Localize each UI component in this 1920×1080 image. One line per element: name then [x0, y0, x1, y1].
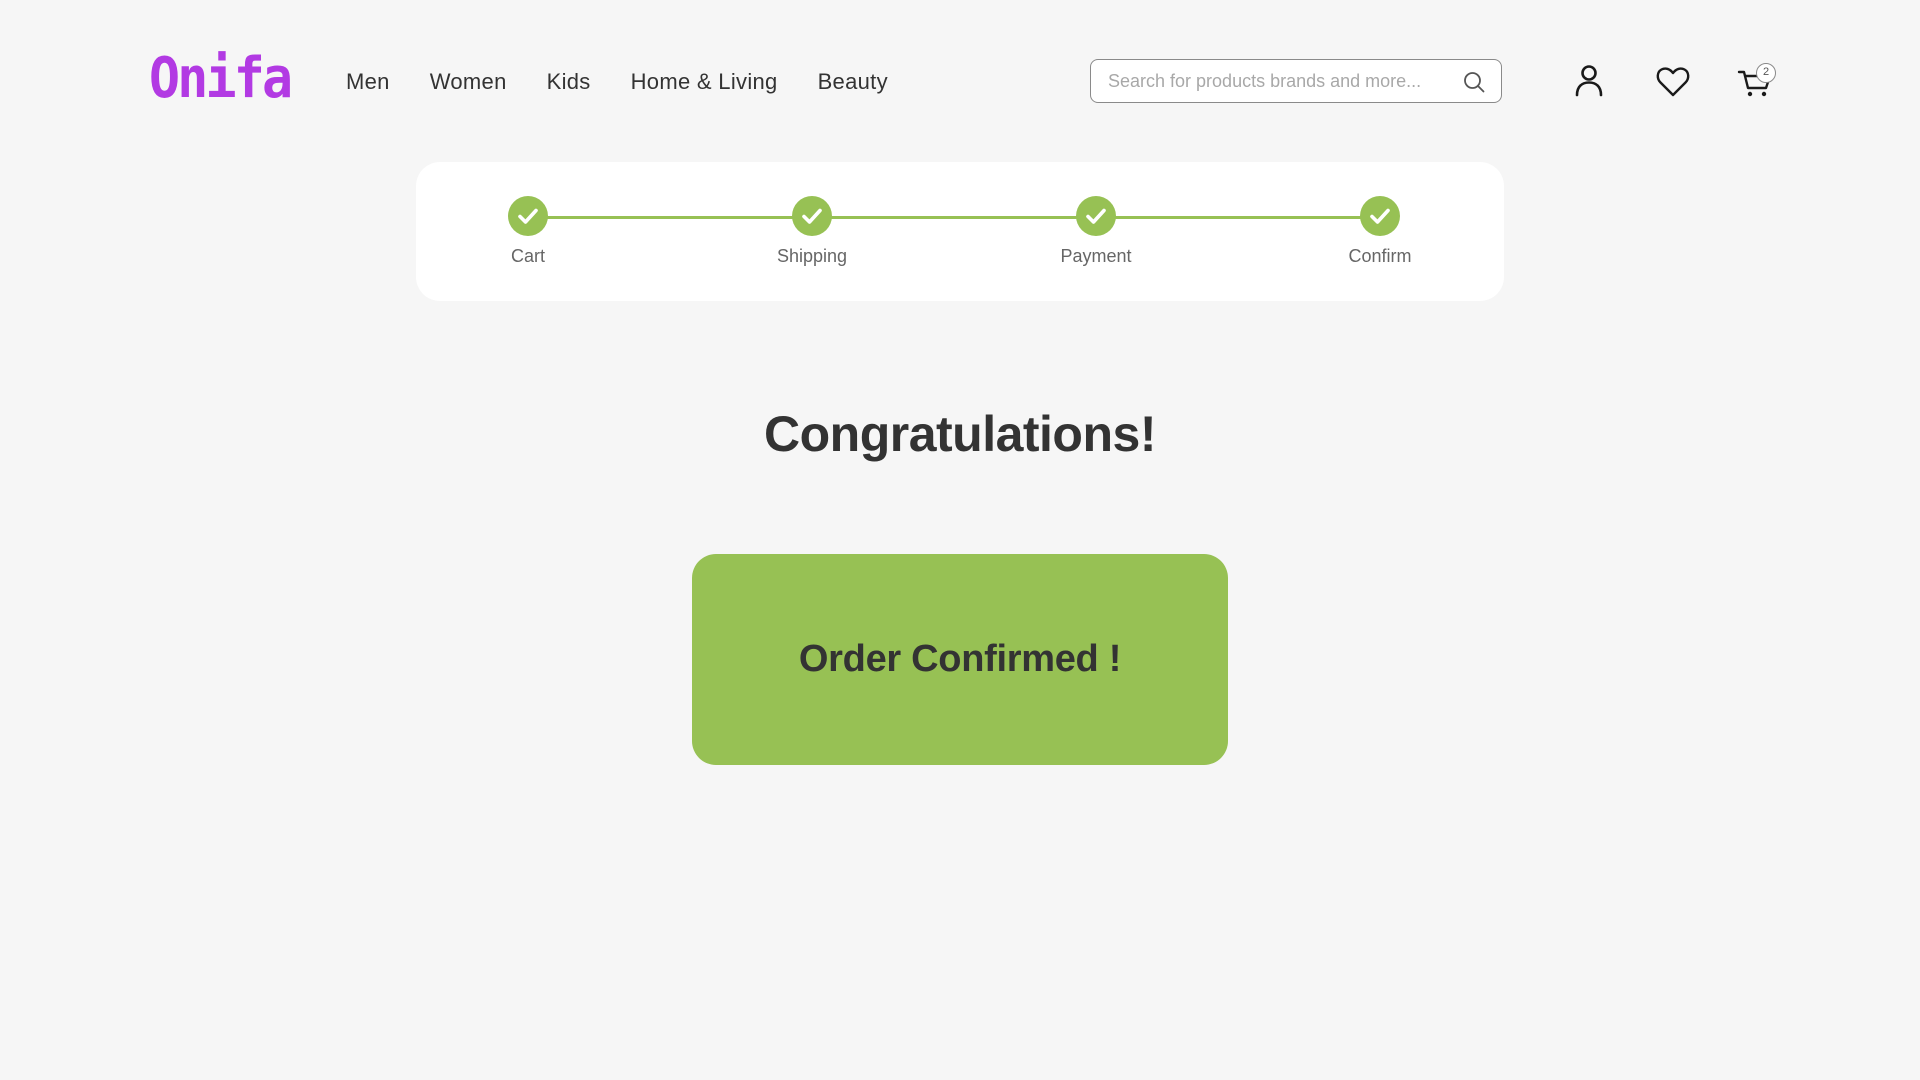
check-icon — [792, 196, 832, 236]
search-input[interactable] — [1106, 65, 1450, 97]
step-label-cart: Cart — [510, 246, 545, 266]
header: Onifa Men Women Kids Home & Living Beaut… — [0, 0, 1920, 164]
user-icon[interactable] — [1570, 62, 1608, 100]
nav-item-kids[interactable]: Kids — [547, 69, 591, 95]
checkout-stepper: Cart Shipping Payment Confirm — [416, 162, 1504, 301]
step-payment: Payment — [1026, 196, 1166, 267]
check-icon — [508, 196, 548, 236]
order-confirmed-banner: Order Confirmed ! — [692, 554, 1228, 765]
step-label-shipping: Shipping — [776, 246, 848, 266]
logo[interactable]: Onifa — [149, 44, 293, 114]
page-title: Congratulations! — [764, 406, 1156, 462]
check-icon — [1360, 196, 1400, 236]
cart-count-badge: 2 — [1756, 63, 1776, 83]
search-bar — [1090, 59, 1502, 103]
nav-item-beauty[interactable]: Beauty — [818, 69, 888, 95]
step-label-confirm: Confirm — [1348, 246, 1412, 266]
step-cart: Cart — [458, 196, 598, 267]
step-shipping: Shipping — [742, 196, 882, 267]
nav-item-women[interactable]: Women — [430, 69, 507, 95]
nav-item-men[interactable]: Men — [346, 69, 390, 95]
stepper-progress-line — [528, 216, 1380, 219]
search-icon[interactable] — [1463, 71, 1485, 93]
step-confirm: Confirm — [1310, 196, 1450, 267]
nav-item-home-living[interactable]: Home & Living — [631, 69, 778, 95]
order-confirmed-text: Order Confirmed ! — [798, 638, 1122, 680]
page: Onifa Men Women Kids Home & Living Beaut… — [0, 0, 1920, 1080]
main-nav: Men Women Kids Home & Living Beauty — [346, 62, 888, 102]
heart-icon[interactable] — [1654, 62, 1692, 100]
step-label-payment: Payment — [1060, 246, 1132, 266]
check-icon — [1076, 196, 1116, 236]
